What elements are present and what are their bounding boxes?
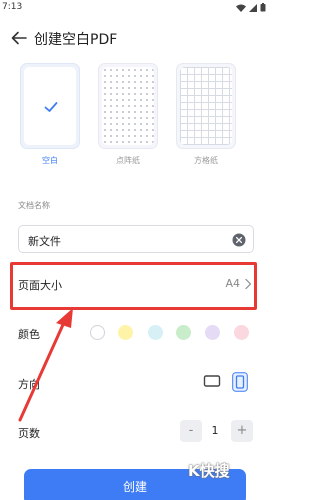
watermark: K快搜 (188, 462, 230, 480)
template-label-grid: 方格纸 (194, 156, 218, 165)
color-swatch[interactable] (148, 325, 163, 340)
dot-paper-preview (102, 67, 154, 145)
check-icon (44, 102, 58, 112)
clear-icon[interactable] (232, 233, 246, 247)
color-swatch[interactable] (205, 325, 220, 340)
doc-name-value: 新文件 (28, 235, 61, 248)
grid-paper-preview (180, 67, 232, 145)
page-title: 创建空白PDF (34, 32, 118, 48)
color-swatch[interactable] (176, 325, 191, 340)
annotation-highlight-box (10, 262, 257, 310)
battery-icon (260, 3, 266, 12)
doc-name-field[interactable]: 新文件 (18, 225, 254, 253)
color-swatch[interactable] (234, 325, 249, 340)
template-label-blank: 空白 (42, 156, 58, 165)
template-grid-paper[interactable] (176, 63, 236, 149)
page-count-increase-button[interactable]: + (231, 420, 253, 442)
status-time: 7:13 (2, 2, 23, 12)
template-dot-paper[interactable] (98, 63, 158, 149)
status-icons (236, 3, 266, 12)
signal-icon (249, 3, 257, 12)
template-blank[interactable] (20, 63, 80, 149)
status-bar: 7:13 (0, 0, 270, 17)
wifi-icon (236, 4, 246, 12)
doc-name-label: 文档名称 (18, 201, 50, 210)
landscape-icon[interactable] (203, 374, 221, 388)
page-count-decrease-button[interactable]: - (180, 420, 202, 442)
portrait-icon[interactable] (232, 372, 248, 392)
page-count-value: 1 (211, 424, 219, 437)
page-count-label: 页数 (18, 427, 40, 440)
orientation-label: 方向 (18, 378, 40, 391)
color-swatch[interactable] (118, 325, 133, 340)
header: 创建空白PDF (0, 24, 270, 52)
color-swatch[interactable] (90, 325, 105, 340)
template-label-dot: 点阵纸 (116, 156, 140, 165)
back-arrow-icon[interactable] (10, 29, 28, 47)
color-label: 颜色 (18, 328, 40, 341)
